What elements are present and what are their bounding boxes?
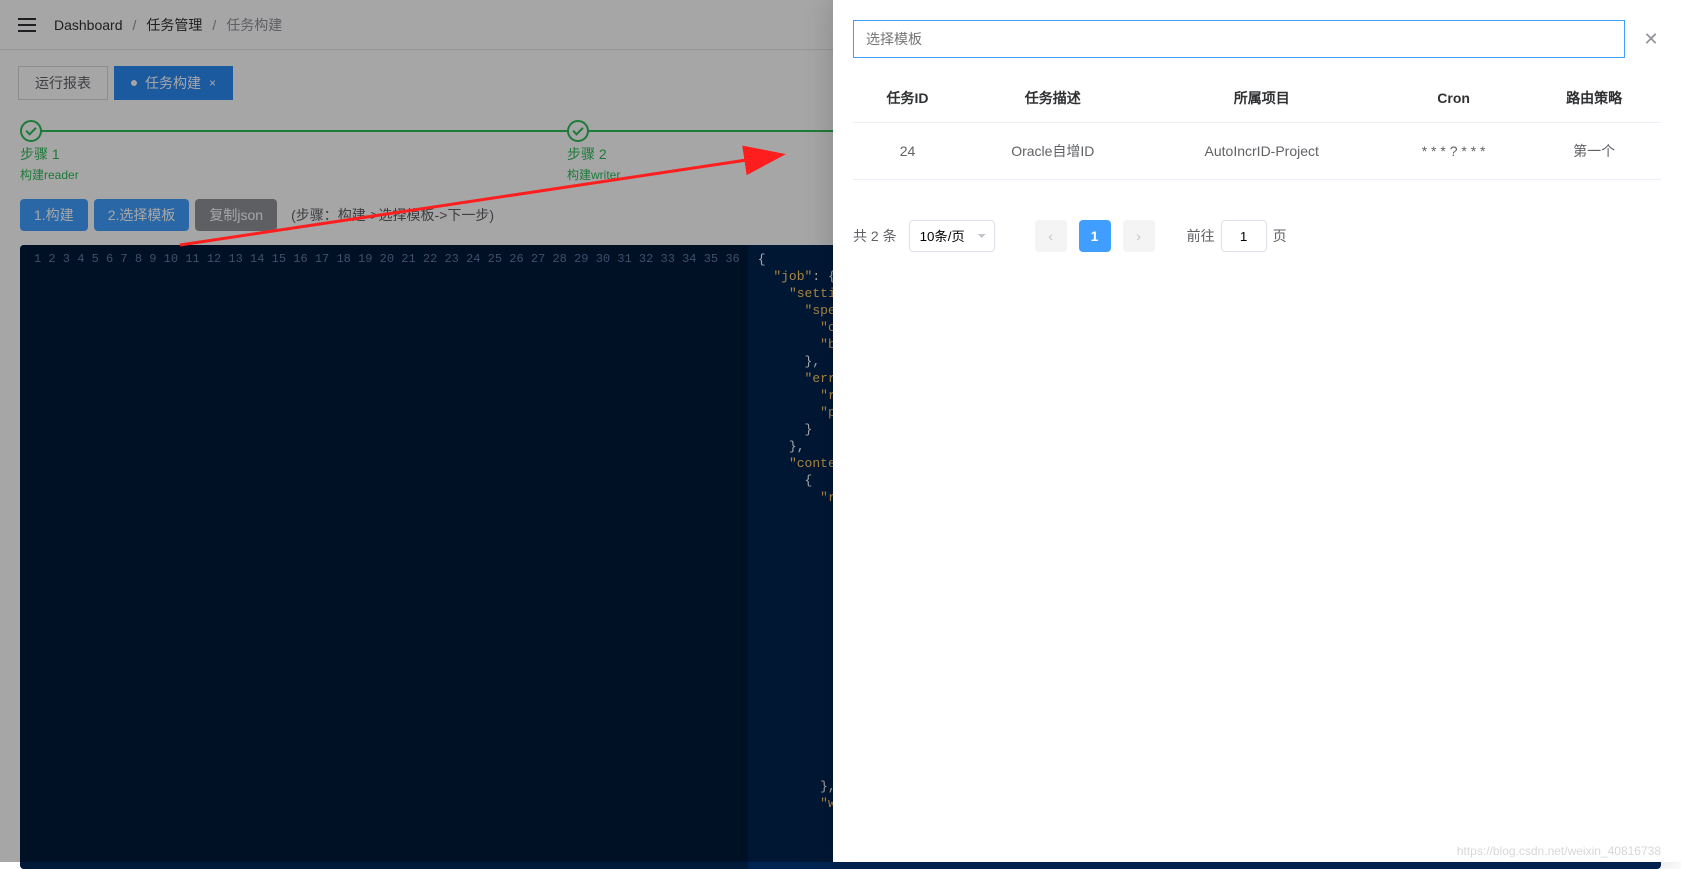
- col-cron: Cron: [1380, 74, 1527, 123]
- col-task-id: 任务ID: [853, 74, 962, 123]
- page-size-select[interactable]: 10条/页: [909, 220, 995, 252]
- col-project: 所属项目: [1144, 74, 1380, 123]
- col-route: 路由策略: [1527, 74, 1661, 123]
- table-header-row: 任务ID 任务描述 所属项目 Cron 路由策略: [853, 74, 1661, 123]
- pagination: 共 2 条 10条/页 ‹ 1 › 前往 页: [833, 180, 1681, 272]
- close-icon[interactable]: ✕: [1641, 29, 1661, 49]
- template-table: 任务ID 任务描述 所属项目 Cron 路由策略 24 Oracle自增ID A…: [853, 74, 1661, 180]
- prev-page-button[interactable]: ‹: [1035, 220, 1067, 252]
- table-row[interactable]: 24 Oracle自增ID AutoIncrID-Project * * * ?…: [853, 123, 1661, 180]
- watermark: https://blog.csdn.net/weixin_40816738: [1457, 844, 1661, 858]
- goto-label: 前往: [1187, 226, 1215, 246]
- template-search-input[interactable]: [853, 20, 1625, 58]
- cell-route: 第一个: [1527, 123, 1661, 180]
- cell-task-id: 24: [853, 123, 962, 180]
- select-template-modal: ✕ 任务ID 任务描述 所属项目 Cron 路由策略 24 Oracle自增ID…: [833, 0, 1681, 862]
- col-task-desc: 任务描述: [962, 74, 1144, 123]
- next-page-button[interactable]: ›: [1123, 220, 1155, 252]
- pagination-total: 共 2 条: [853, 226, 897, 246]
- page-number-button[interactable]: 1: [1079, 220, 1111, 252]
- cell-project: AutoIncrID-Project: [1144, 123, 1380, 180]
- goto-page-input[interactable]: [1221, 220, 1267, 252]
- cell-task-desc: Oracle自增ID: [962, 123, 1144, 180]
- cell-cron: * * * ? * * *: [1380, 123, 1527, 180]
- goto-suffix: 页: [1273, 226, 1287, 246]
